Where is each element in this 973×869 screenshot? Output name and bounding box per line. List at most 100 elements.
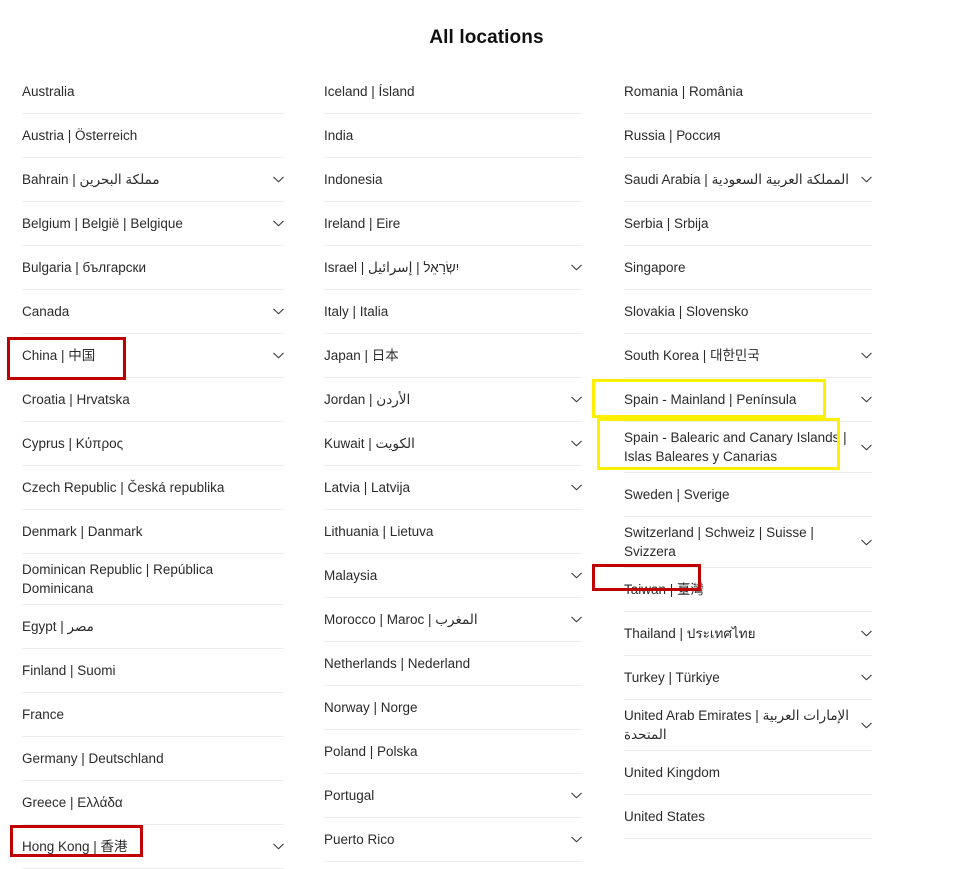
chevron-down-icon xyxy=(568,84,584,100)
chevron-down-icon xyxy=(568,172,584,188)
chevron-down-icon[interactable] xyxy=(568,788,584,804)
location-row[interactable]: Denmark | Danmark xyxy=(22,510,284,554)
location-row[interactable]: Norway | Norge xyxy=(324,686,582,730)
location-row[interactable]: Belgium | België | Belgique xyxy=(22,202,284,246)
location-row[interactable]: Finland | Suomi xyxy=(22,649,284,693)
location-row[interactable]: Latvia | Latvija xyxy=(324,466,582,510)
location-label: United Kingdom xyxy=(624,763,858,782)
chevron-down-icon[interactable] xyxy=(568,568,584,584)
location-row[interactable]: Netherlands | Nederland xyxy=(324,642,582,686)
location-row[interactable]: Egypt | مصر xyxy=(22,605,284,649)
location-row[interactable]: Bulgaria | български xyxy=(22,246,284,290)
chevron-down-icon[interactable] xyxy=(858,172,874,188)
chevron-down-icon[interactable] xyxy=(568,480,584,496)
location-row[interactable]: Puerto Rico xyxy=(324,818,582,862)
location-row[interactable]: Dominican Republic | República Dominican… xyxy=(22,554,284,605)
location-row[interactable]: Lithuania | Lietuva xyxy=(324,510,582,554)
location-label: Bahrain | مملكة البحرين xyxy=(22,170,270,189)
location-label: South Korea | 대한민국 xyxy=(624,346,858,365)
location-row[interactable]: Indonesia xyxy=(324,158,582,202)
location-row[interactable]: Saudi Arabia | المملكة العربية السعودية xyxy=(624,158,872,202)
chevron-down-icon[interactable] xyxy=(858,392,874,408)
chevron-down-icon[interactable] xyxy=(568,436,584,452)
location-row[interactable]: Greece | Ελλάδα xyxy=(22,781,284,825)
location-row[interactable]: South Korea | 대한민국 xyxy=(624,334,872,378)
chevron-down-icon xyxy=(270,260,286,276)
chevron-down-icon[interactable] xyxy=(858,534,874,550)
location-row[interactable]: Turkey | Türkiye xyxy=(624,656,872,700)
chevron-down-icon[interactable] xyxy=(270,172,286,188)
location-label: Jordan | الأردن xyxy=(324,390,568,409)
chevron-down-icon xyxy=(270,795,286,811)
chevron-down-icon xyxy=(270,480,286,496)
chevron-down-icon[interactable] xyxy=(270,839,286,855)
chevron-down-icon[interactable] xyxy=(858,670,874,686)
location-row[interactable]: Taiwan | 臺灣 xyxy=(624,568,872,612)
location-row[interactable]: Croatia | Hrvatska xyxy=(22,378,284,422)
location-row[interactable]: Portugal xyxy=(324,774,582,818)
chevron-down-icon[interactable] xyxy=(270,216,286,232)
location-row[interactable]: India xyxy=(324,114,582,158)
location-row[interactable]: Singapore xyxy=(624,246,872,290)
location-row[interactable]: Sweden | Sverige xyxy=(624,473,872,517)
location-row[interactable]: France xyxy=(22,693,284,737)
location-label: Turkey | Türkiye xyxy=(624,668,858,687)
location-label: United States xyxy=(624,807,858,826)
chevron-down-icon[interactable] xyxy=(568,392,584,408)
location-row[interactable]: Jordan | الأردن xyxy=(324,378,582,422)
location-label: Switzerland | Schweiz | Suisse | Svizzer… xyxy=(624,523,858,561)
location-row[interactable]: Romania | România xyxy=(624,70,872,114)
location-row[interactable]: Spain - Balearic and Canary Islands | Is… xyxy=(624,422,872,473)
location-row[interactable]: United Arab Emirates | الإمارات العربية … xyxy=(624,700,872,751)
chevron-down-icon xyxy=(270,524,286,540)
location-row[interactable]: Slovakia | Slovensko xyxy=(624,290,872,334)
location-label: Ireland | Eire xyxy=(324,214,568,233)
location-label: Kuwait | الكويت xyxy=(324,434,568,453)
location-row[interactable]: Iceland | Ísland xyxy=(324,70,582,114)
location-row[interactable]: Bahrain | مملكة البحرين xyxy=(22,158,284,202)
location-row[interactable]: Serbia | Srbija xyxy=(624,202,872,246)
location-label: Spain - Balearic and Canary Islands | Is… xyxy=(624,428,858,466)
location-row[interactable]: Spain - Mainland | Península xyxy=(624,378,872,422)
location-label: Romania | România xyxy=(624,82,858,101)
location-row[interactable]: United States xyxy=(624,795,872,839)
location-row[interactable]: Austria | Österreich xyxy=(22,114,284,158)
chevron-down-icon[interactable] xyxy=(568,260,584,276)
location-row[interactable]: United Kingdom xyxy=(624,751,872,795)
chevron-down-icon[interactable] xyxy=(858,348,874,364)
location-row[interactable]: Poland | Polska xyxy=(324,730,582,774)
location-row[interactable]: Thailand | ประเทศไทย xyxy=(624,612,872,656)
chevron-down-icon[interactable] xyxy=(568,832,584,848)
location-label: Iceland | Ísland xyxy=(324,82,568,101)
chevron-down-icon xyxy=(858,84,874,100)
chevron-down-icon[interactable] xyxy=(858,439,874,455)
chevron-down-icon xyxy=(858,809,874,825)
location-row[interactable]: Australia xyxy=(22,70,284,114)
chevron-down-icon xyxy=(270,571,286,587)
location-row[interactable]: Switzerland | Schweiz | Suisse | Svizzer… xyxy=(624,517,872,568)
location-row[interactable]: Italy | Italia xyxy=(324,290,582,334)
location-label: Portugal xyxy=(324,786,568,805)
location-row[interactable]: Czech Republic | Česká republika xyxy=(22,466,284,510)
location-row[interactable]: Canada xyxy=(22,290,284,334)
location-row[interactable]: Russia | Россия xyxy=(624,114,872,158)
location-row[interactable]: Hong Kong | 香港 xyxy=(22,825,284,869)
location-row[interactable]: Malaysia xyxy=(324,554,582,598)
chevron-down-icon[interactable] xyxy=(270,304,286,320)
location-row[interactable]: Japan | 日本 xyxy=(324,334,582,378)
location-label: Hong Kong | 香港 xyxy=(22,837,270,856)
locations-columns: AustraliaAustria | Österreich Bahrain | م… xyxy=(0,70,973,869)
chevron-down-icon[interactable] xyxy=(858,626,874,642)
location-row[interactable]: China | 中国 xyxy=(22,334,284,378)
location-row[interactable]: Kuwait | الكويت xyxy=(324,422,582,466)
location-row[interactable]: Morocco | Maroc | المغرب xyxy=(324,598,582,642)
chevron-down-icon xyxy=(858,304,874,320)
chevron-down-icon[interactable] xyxy=(270,348,286,364)
location-row[interactable]: Germany | Deutschland xyxy=(22,737,284,781)
chevron-down-icon[interactable] xyxy=(858,717,874,733)
location-row[interactable]: Ireland | Eire xyxy=(324,202,582,246)
location-row[interactable]: Cyprus | Κύπρος xyxy=(22,422,284,466)
location-label: Thailand | ประเทศไทย xyxy=(624,624,858,643)
location-row[interactable]: Israel | יִשְׂרָאֵל | إسرائيل xyxy=(324,246,582,290)
chevron-down-icon[interactable] xyxy=(568,612,584,628)
